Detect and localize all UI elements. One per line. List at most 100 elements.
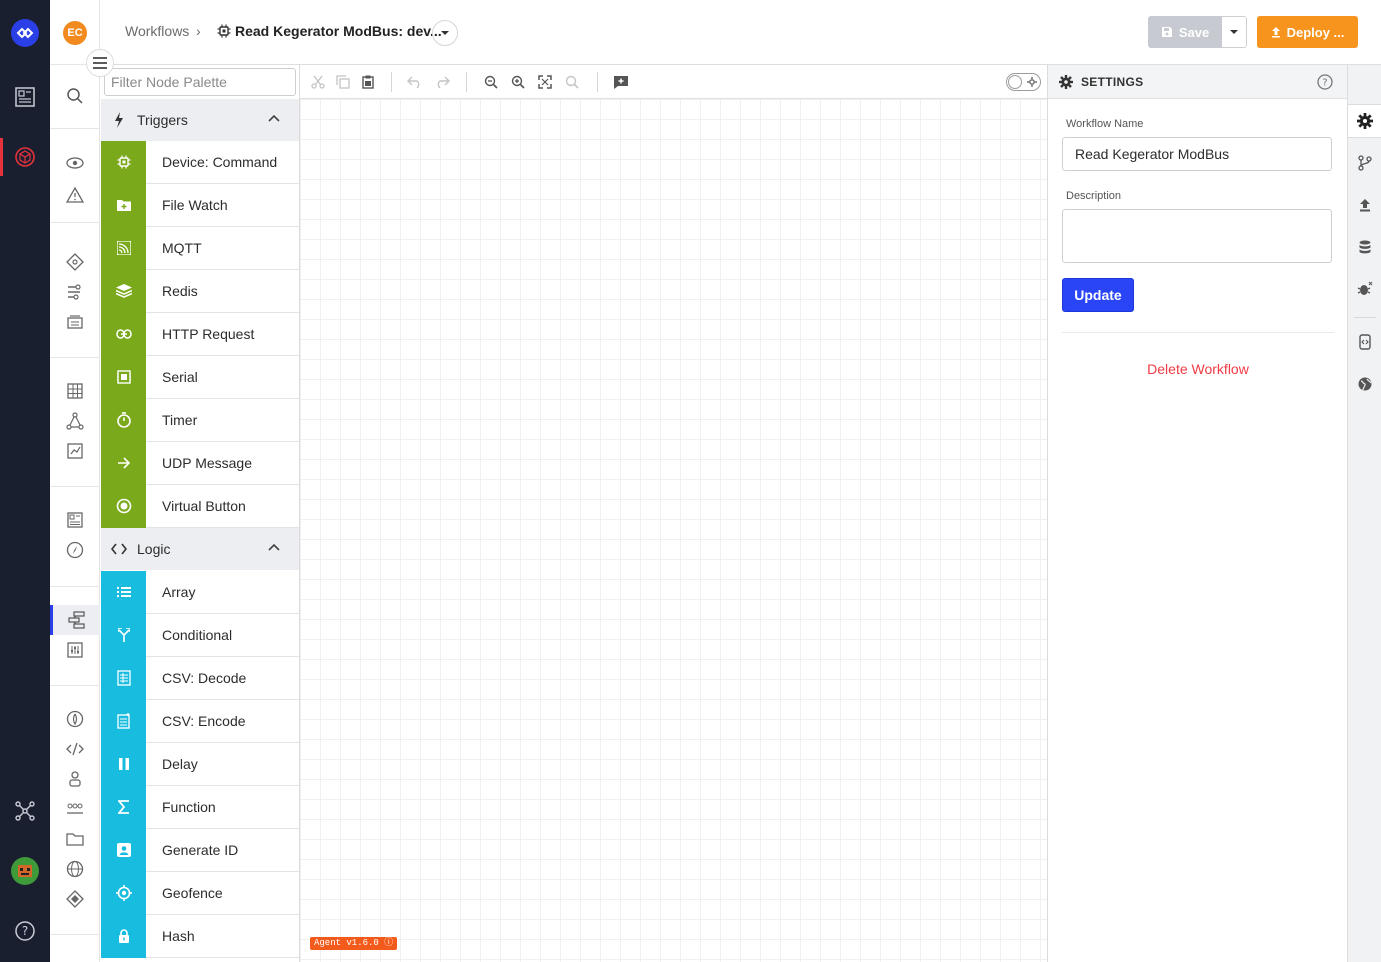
svg-text:?: ?	[1322, 78, 1327, 89]
node-function[interactable]: Function	[101, 785, 299, 829]
zoom-in-icon[interactable]	[509, 73, 527, 91]
node-label: Delay	[162, 756, 198, 772]
node-udp-message[interactable]: UDP Message	[101, 441, 299, 485]
node-array[interactable]: Array	[101, 570, 299, 614]
settings-sliders-icon[interactable]	[50, 635, 100, 665]
dashboards-icon[interactable]	[0, 77, 50, 117]
table-icon[interactable]	[50, 376, 100, 406]
node-csv-encode[interactable]: CSV: Encode	[101, 699, 299, 743]
user-initials-avatar[interactable]: EC	[50, 18, 100, 48]
menu-toggle-icon[interactable]	[86, 49, 114, 77]
divider	[50, 357, 100, 358]
add-comment-icon[interactable]	[612, 73, 630, 91]
description-textarea[interactable]	[1062, 209, 1332, 263]
node-palette: Triggers Device: Command File Watch MQTT…	[101, 65, 300, 962]
breadcrumb-workflows[interactable]: Workflows	[125, 23, 189, 39]
network-icon[interactable]	[0, 791, 50, 831]
node-device-command[interactable]: Device: Command	[101, 140, 299, 184]
panel-tabs	[1347, 65, 1381, 962]
category-logic[interactable]: Logic	[101, 528, 299, 570]
paste-icon[interactable]	[359, 73, 377, 91]
node-file-watch[interactable]: File Watch	[101, 183, 299, 227]
settings-tab-gear-icon[interactable]	[1347, 104, 1381, 138]
gear-icon	[1059, 74, 1073, 89]
zoom-out-icon[interactable]	[482, 73, 500, 91]
id-card-icon	[101, 828, 146, 872]
node-virtual-button[interactable]: Virtual Button	[101, 484, 299, 528]
divider	[50, 486, 100, 487]
workflows-icon[interactable]	[50, 605, 100, 635]
devices-icon[interactable]	[50, 307, 100, 337]
node-csv-decode[interactable]: CSV: Decode	[101, 656, 299, 700]
code-icon[interactable]	[50, 734, 100, 764]
search-icon[interactable]	[50, 81, 100, 111]
save-options-dropdown[interactable]	[1222, 16, 1247, 48]
node-conditional[interactable]: Conditional	[101, 613, 299, 657]
globe-icon[interactable]	[50, 854, 100, 884]
globals-globe-icon[interactable]	[1348, 367, 1381, 401]
deploy-button[interactable]: Deploy ...	[1257, 16, 1358, 48]
node-label: CSV: Decode	[162, 670, 247, 686]
page-title: Read Kegerator ModBus: dev...	[235, 23, 442, 39]
deploy-upload-icon[interactable]	[1348, 188, 1381, 222]
node-geofence[interactable]: Geofence	[101, 871, 299, 915]
palette-filter-input[interactable]	[104, 68, 296, 96]
versions-branch-icon[interactable]	[1348, 146, 1381, 180]
help-icon[interactable]: ?	[0, 911, 50, 951]
tools-icon[interactable]	[50, 277, 100, 307]
node-http-request[interactable]: HTTP Request	[101, 312, 299, 356]
device-logs-icon[interactable]	[1348, 325, 1381, 359]
dashboard-icon[interactable]	[50, 505, 100, 535]
device-recipe-icon[interactable]	[50, 247, 100, 277]
node-hash[interactable]: Hash	[101, 914, 299, 958]
upload-icon	[1271, 27, 1280, 38]
toggle-knob	[1008, 75, 1022, 89]
node-serial[interactable]: Serial	[101, 355, 299, 399]
cut-icon[interactable]	[309, 73, 327, 91]
warning-icon[interactable]	[50, 180, 100, 210]
debug-bug-icon[interactable]	[1348, 272, 1381, 306]
svg-text:?: ?	[22, 924, 28, 938]
workflow-canvas[interactable]: Agent v1.6.0 ⓘ	[300, 99, 1047, 962]
losant-logo-icon[interactable]	[0, 13, 50, 53]
divider	[391, 72, 392, 92]
experience-icon[interactable]	[50, 704, 100, 734]
help-icon[interactable]: ?	[1317, 74, 1333, 90]
zoom-selection-icon[interactable]	[563, 73, 581, 91]
canvas-toolbar	[300, 65, 1047, 99]
undo-icon[interactable]	[406, 73, 424, 91]
chevron-up-icon	[268, 543, 280, 551]
storage-database-icon[interactable]	[1348, 230, 1381, 264]
compass-icon[interactable]	[50, 535, 100, 565]
node-timer[interactable]: Timer	[101, 398, 299, 442]
integrations-icon[interactable]	[50, 884, 100, 914]
node-generate-id[interactable]: Generate ID	[101, 828, 299, 872]
copy-icon[interactable]	[334, 73, 352, 91]
category-triggers[interactable]: Triggers	[101, 99, 299, 141]
data-explorer-icon[interactable]	[50, 436, 100, 466]
eye-icon[interactable]	[50, 148, 100, 178]
folder-icon[interactable]	[50, 824, 100, 854]
save-button[interactable]: Save	[1148, 16, 1222, 48]
application-cube-icon[interactable]	[0, 137, 50, 177]
breadcrumb-separator: ›	[196, 23, 201, 39]
delete-workflow-button[interactable]: Delete Workflow	[1048, 361, 1348, 377]
category-label: Triggers	[137, 112, 188, 128]
node-mqtt[interactable]: MQTT	[101, 226, 299, 270]
page-header: Workflows › Read Kegerator ModBus: dev..…	[101, 0, 1381, 65]
node-redis[interactable]: Redis	[101, 269, 299, 313]
graph-icon[interactable]	[50, 406, 100, 436]
groups-icon[interactable]	[50, 794, 100, 824]
update-button[interactable]: Update	[1062, 278, 1134, 312]
debug-toggle[interactable]	[1006, 73, 1041, 91]
user-avatar[interactable]	[0, 851, 50, 891]
redo-icon[interactable]	[433, 73, 451, 91]
agent-version-label: Agent v1.6.0	[314, 938, 379, 948]
pause-icon	[101, 742, 146, 786]
node-delay[interactable]: Delay	[101, 742, 299, 786]
title-dropdown-button[interactable]	[432, 20, 458, 46]
user-icon[interactable]	[50, 764, 100, 794]
fit-screen-icon[interactable]	[536, 73, 554, 91]
workflow-name-input[interactable]	[1062, 137, 1332, 171]
csv-decode-icon	[101, 656, 146, 700]
